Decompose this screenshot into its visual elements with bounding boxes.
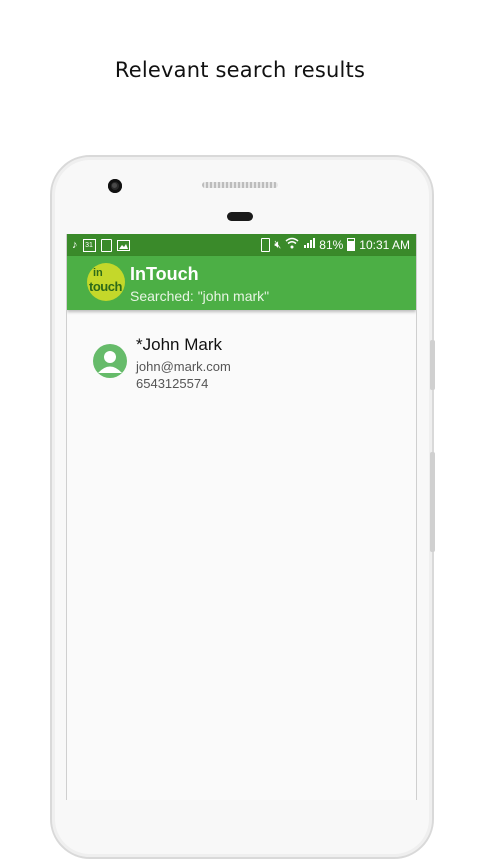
- app-title: InTouch: [130, 264, 199, 284]
- wifi-icon: [285, 237, 299, 252]
- proximity-sensor: [227, 212, 253, 221]
- front-camera: [108, 179, 122, 193]
- caption: Relevant search results: [114, 58, 366, 82]
- clock: 10:31 AM: [359, 237, 410, 252]
- battery-percent: 81%: [319, 237, 344, 252]
- contact-result-item[interactable]: *John Mark john@mark.com 6543125574: [91, 332, 391, 402]
- device-screen: ♪ 31 🔇︎ 81% 10:31 AM in touch InTouch Se…: [66, 234, 417, 800]
- status-bar: ♪ 31 🔇︎ 81% 10:31 AM: [67, 234, 416, 256]
- mute-icon: 🔇︎: [274, 238, 282, 251]
- intouch-logo: in touch: [87, 263, 125, 301]
- contact-name: *John Mark: [136, 335, 222, 354]
- battery-icon: [347, 238, 356, 251]
- contact-phone: 6543125574: [136, 376, 209, 391]
- image-icon: [116, 239, 130, 251]
- clipboard-icon: [100, 238, 112, 252]
- signal-icon: [303, 237, 316, 252]
- volume-button: [430, 452, 435, 552]
- search-query-label: Searched: "john mark": [130, 288, 270, 304]
- earpiece-speaker: [202, 182, 278, 188]
- app-bar: in touch InTouch Searched: "john mark": [67, 256, 416, 310]
- power-button: [430, 340, 435, 390]
- avatar-person-icon: [93, 344, 127, 378]
- calendar-icon: 31: [82, 238, 96, 252]
- contact-email: john@mark.com: [136, 359, 231, 374]
- logo-text-in: in: [93, 267, 103, 279]
- battery-saver-icon: [261, 237, 271, 252]
- music-icon: ♪: [72, 239, 78, 251]
- logo-text-touch: touch: [89, 279, 122, 294]
